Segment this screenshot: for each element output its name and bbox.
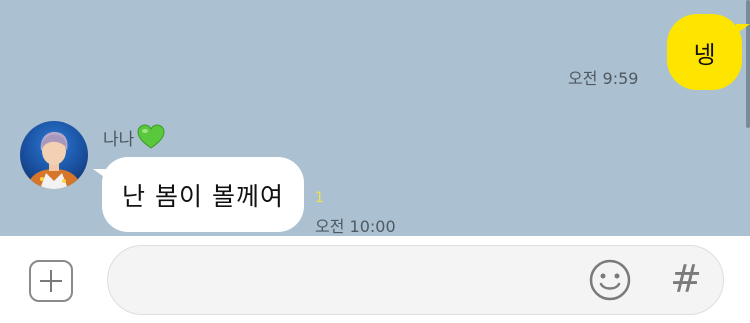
chat-message-area[interactable]: 오전 9:59 넹 나나 난 봄이 볼께여 1 오전 10:00	[0, 0, 750, 236]
message-timestamp: 오전 10:00	[315, 217, 396, 236]
green-heart-icon	[136, 122, 166, 152]
my-message-bubble[interactable]: 넹	[667, 14, 750, 90]
message-text: 난 봄이 볼께여	[122, 181, 284, 211]
plus-icon	[40, 270, 62, 292]
sender-name-label: 나나	[103, 129, 135, 150]
hash-icon: #	[670, 257, 702, 301]
hash-button[interactable]: #	[669, 258, 703, 300]
received-message-bubble[interactable]: 난 봄이 볼께여	[93, 157, 304, 232]
message-input[interactable]	[107, 245, 724, 315]
sender-name: 나나	[103, 122, 166, 152]
unread-count: 1	[315, 190, 324, 206]
message-text: 넹	[693, 40, 716, 69]
emoji-button[interactable]	[589, 259, 631, 301]
smiley-icon	[589, 259, 631, 301]
attach-button[interactable]	[29, 260, 73, 302]
message-timestamp: 오전 9:59	[568, 69, 639, 88]
scrollbar[interactable]	[746, 0, 750, 128]
avatar[interactable]	[20, 121, 88, 189]
